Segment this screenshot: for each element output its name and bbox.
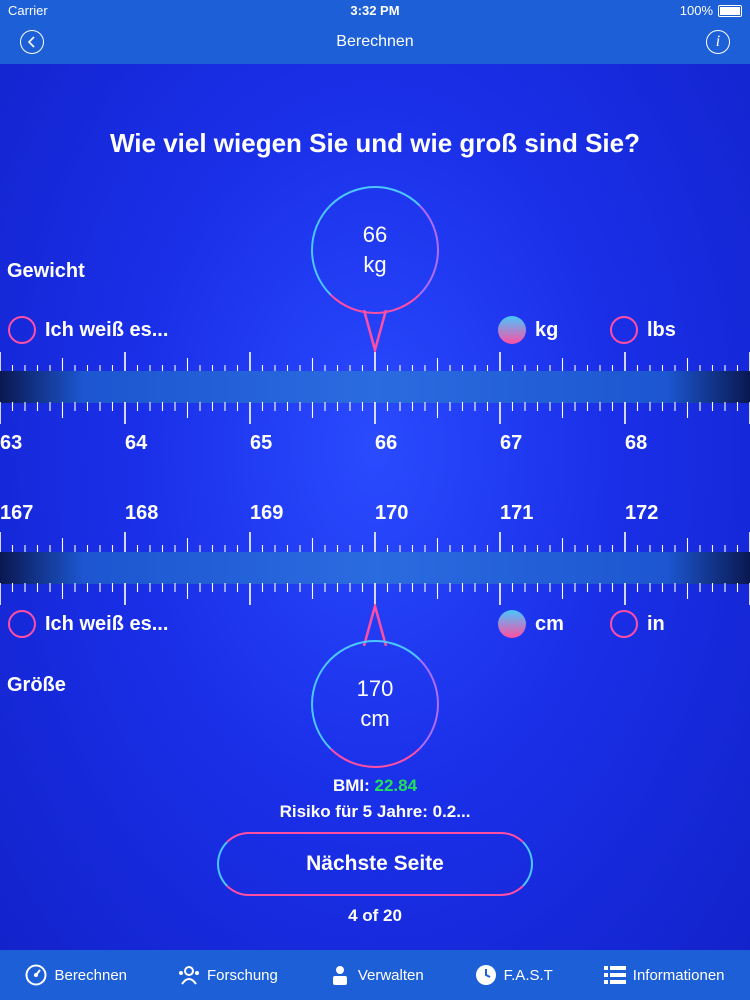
manager-icon (329, 964, 351, 986)
height-tick-labels: 167 168 169 170 171 172 (0, 502, 750, 528)
height-tick-label: 168 (125, 502, 159, 524)
unit-option-in[interactable]: in (610, 610, 665, 638)
weight-label: Gewicht (7, 260, 85, 282)
unit-label-lbs: lbs (647, 318, 676, 341)
weight-value: 66 (362, 222, 388, 248)
unit-option-kg[interactable]: kg (498, 316, 558, 344)
weight-tick-label: 68 (625, 432, 648, 454)
weight-tick-label: 66 (375, 432, 398, 454)
bmi-value: 22.84 (374, 776, 418, 795)
info-icon: i (715, 33, 721, 50)
unit-label-in: in (647, 612, 665, 635)
unit-option-cm[interactable]: cm (498, 610, 564, 638)
height-unknown-option[interactable]: Ich weiß es... (8, 610, 168, 638)
navigation-bar: Berechnen i (0, 22, 750, 64)
height-unknown-radio[interactable] (8, 610, 36, 638)
height-tick-label: 167 (0, 502, 34, 524)
risk-readout: Risiko für 5 Jahre: 0.2... (279, 802, 471, 821)
weight-ruler-bottom-ticks (0, 402, 750, 424)
battery-icon (718, 4, 742, 17)
height-value-bubble: 170 cm (311, 640, 439, 768)
height-ruler-slider[interactable] (0, 552, 750, 584)
battery-indicator: 100% (680, 3, 742, 18)
height-tick-label: 170 (375, 502, 409, 524)
height-label: Größe (7, 674, 66, 696)
weight-tick-label: 64 (125, 432, 148, 454)
bmi-readout: BMI: 22.84 (0, 776, 750, 796)
page-counter: 4 of 20 (348, 906, 402, 925)
weight-tick-label: 67 (500, 432, 523, 454)
weight-tick-labels: 63 64 65 66 67 68 (0, 432, 750, 458)
tab-bar: Berechnen Forschung Verwalten F.A.S.T In… (0, 950, 750, 1000)
height-tick-label: 172 (625, 502, 659, 524)
bmi-label: BMI: (332, 776, 370, 795)
height-tick-label: 169 (250, 502, 284, 524)
status-bar: Carrier 3:32 PM 100% (0, 0, 750, 22)
clock: 3:32 PM (350, 3, 400, 18)
weight-unknown-option[interactable]: Ich weiß es... (8, 316, 168, 344)
gauge-icon (25, 964, 47, 986)
tab-fast[interactable]: F.A.S.T (475, 964, 553, 986)
info-button[interactable]: i (706, 30, 730, 54)
tab-verwalten[interactable]: Verwalten (329, 964, 424, 986)
unit-label-cm: cm (535, 612, 564, 635)
unit-radio-cm[interactable] (498, 610, 526, 638)
tab-informationen[interactable]: Informationen (603, 964, 725, 986)
list-icon (603, 964, 626, 986)
tab-label: Verwalten (357, 966, 424, 984)
clock-icon (475, 964, 497, 986)
unit-radio-lbs[interactable] (610, 316, 638, 344)
tab-label: Forschung (206, 966, 278, 984)
page-title: Berechnen (336, 33, 414, 50)
tab-label: Informationen (632, 966, 725, 984)
height-unit: cm (360, 706, 390, 731)
weight-tick-label: 65 (250, 432, 273, 454)
tab-label: F.A.S.T (503, 966, 553, 984)
unit-radio-kg[interactable] (498, 316, 526, 344)
next-page-button[interactable]: Nächste Seite (217, 832, 533, 896)
weight-unknown-label: Ich weiß es... (45, 318, 169, 341)
question-heading: Wie viel wiegen Sie und wie groß sind Si… (110, 128, 640, 158)
height-tick-label: 171 (500, 502, 534, 524)
weight-value-bubble: 66 kg (311, 186, 439, 314)
tab-label: Berechnen (54, 966, 128, 984)
weight-unit: kg (363, 252, 387, 277)
weight-bubble-pointer (362, 310, 388, 352)
tab-berechnen[interactable]: Berechnen (25, 964, 127, 986)
tab-forschung[interactable]: Forschung (178, 964, 278, 986)
research-icon (178, 964, 200, 986)
unit-option-lbs[interactable]: lbs (610, 316, 676, 344)
weight-tick-label: 63 (0, 432, 23, 454)
weight-ruler-slider[interactable] (0, 371, 750, 403)
height-unknown-label: Ich weiß es... (45, 612, 169, 635)
height-value: 170 (356, 676, 394, 702)
unit-radio-in[interactable] (610, 610, 638, 638)
battery-percent: 100% (679, 3, 713, 18)
weight-unknown-radio[interactable] (8, 316, 36, 344)
unit-label-kg: kg (535, 318, 559, 341)
